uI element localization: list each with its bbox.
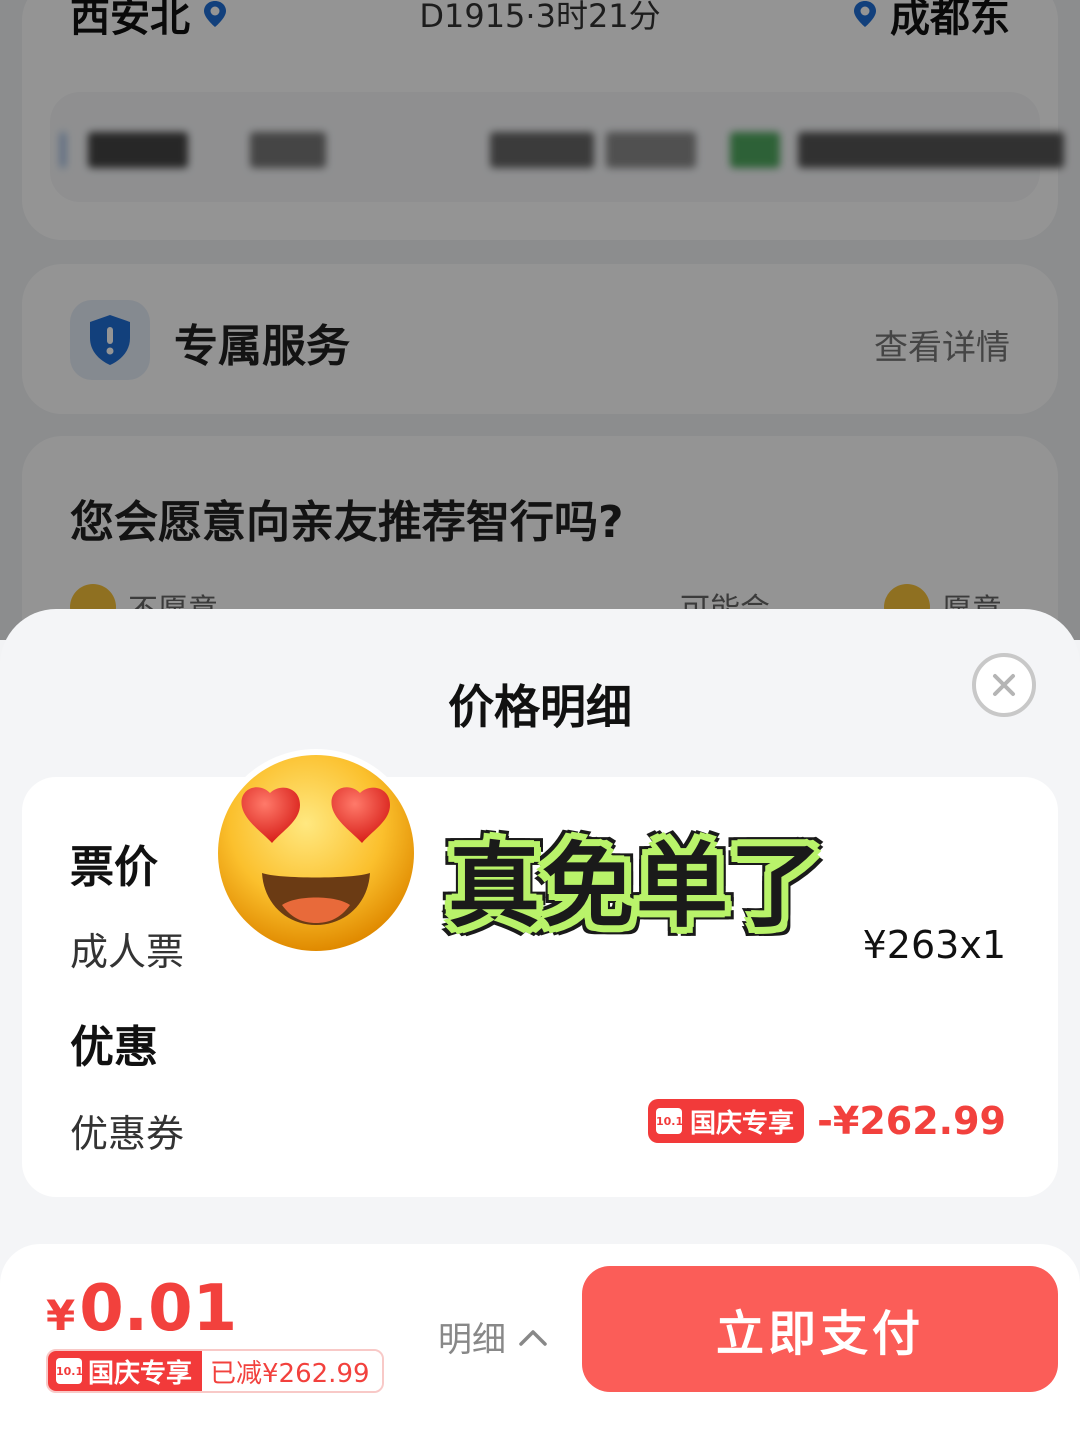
calendar-icon: 10.1 (656, 1108, 683, 1134)
ticket-price-heading: 票价 (70, 842, 158, 893)
heart-eyes-emoji-sticker (212, 749, 420, 957)
currency-symbol: ¥ (46, 1291, 76, 1340)
discount-tag: 10.1 国庆专享 已减¥262.99 (46, 1349, 384, 1393)
adult-ticket-price: ¥263x1 (862, 923, 1006, 967)
reduced-amount: 已减¥262.99 (202, 1351, 382, 1391)
coupon-label: 优惠券 (70, 1112, 185, 1156)
detail-toggle[interactable]: 明细 (438, 1312, 548, 1361)
discount-heading: 优惠 (70, 1022, 158, 1073)
total-price: ¥ 0.01 (46, 1272, 237, 1346)
sheet-title: 价格明细 (448, 680, 632, 734)
detail-toggle-label: 明细 (438, 1320, 506, 1360)
close-button[interactable] (972, 653, 1036, 717)
national-day-badge: 10.1 国庆专享 (48, 1351, 203, 1391)
calendar-icon: 10.1 (56, 1358, 83, 1384)
pay-now-button[interactable]: 立即支付 (582, 1266, 1058, 1392)
coupon-discount-amount: -¥262.99 (817, 1099, 1006, 1143)
total-amount: 0.01 (79, 1272, 238, 1346)
chevron-up-icon (519, 1329, 547, 1346)
checkout-bar: ¥ 0.01 10.1 国庆专享 已减¥262.99 明细 立即支付 (0, 1244, 1080, 1440)
national-day-badge: 10.1 国庆专享 (648, 1099, 805, 1143)
modal-backdrop[interactable] (0, 0, 1080, 640)
order-page-background: 西安北 D1915·3时21分 成都东 专属服务 查看详情 您会愿意向亲友推荐智… (0, 0, 1080, 676)
close-icon (993, 674, 1015, 696)
adult-ticket-label: 成人票 (70, 930, 185, 974)
free-order-sticker-text: 真免单了 (448, 833, 825, 940)
